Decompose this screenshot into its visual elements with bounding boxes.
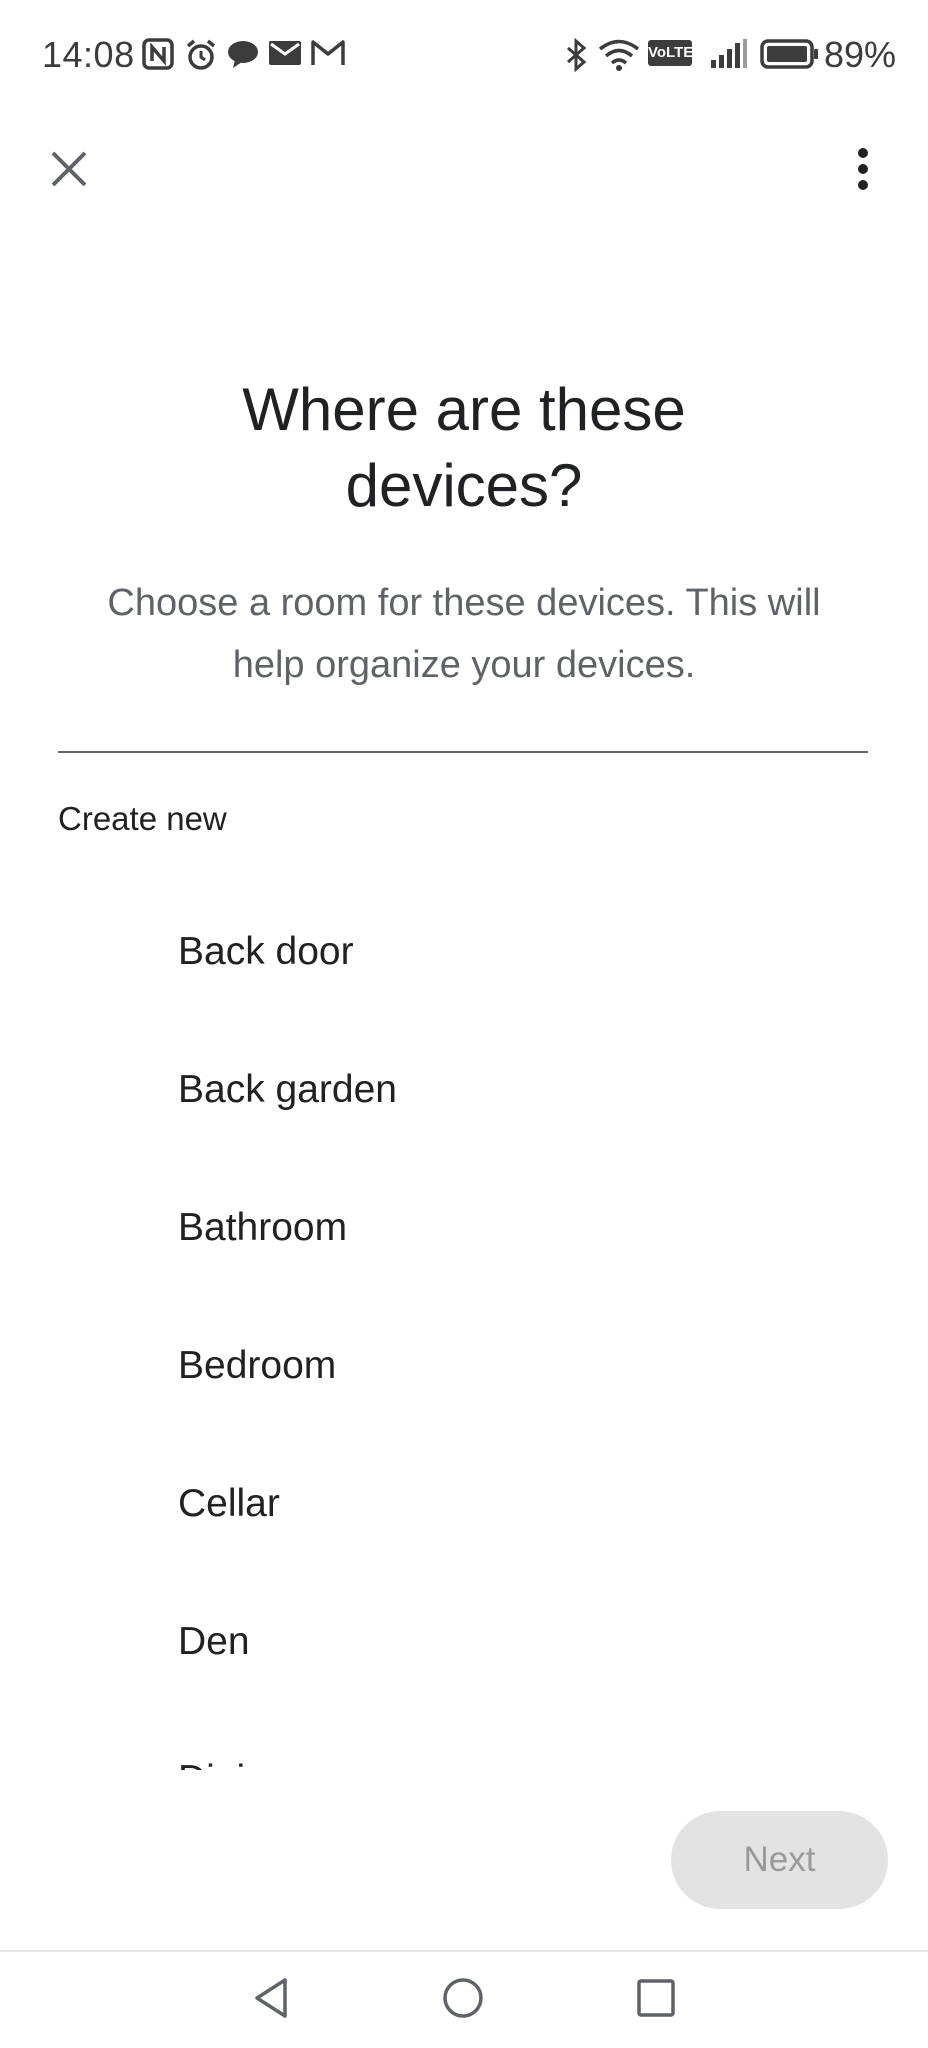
room-label: Den bbox=[178, 1620, 250, 1663]
nav-bar-divider bbox=[0, 1950, 928, 1952]
room-item-back-garden[interactable]: Back garden bbox=[0, 1018, 928, 1156]
page-subtitle-line-1: Choose a room for these devices. This wi… bbox=[107, 582, 821, 624]
recents-icon bbox=[637, 1979, 675, 2017]
room-item-bedroom[interactable]: Bedroom bbox=[0, 1294, 928, 1432]
room-label: Cellar bbox=[178, 1482, 280, 1525]
battery-percent: 89% bbox=[824, 34, 897, 75]
page-title: Where are these devices? bbox=[114, 372, 814, 524]
page-title-line-2: devices? bbox=[345, 452, 583, 519]
room-label: Back door bbox=[178, 930, 354, 973]
page-subtitle-line-2: help organize your devices. bbox=[232, 644, 696, 686]
status-time: 14:08 bbox=[42, 34, 135, 75]
email-icon bbox=[269, 41, 301, 65]
room-label: Back garden bbox=[178, 1068, 397, 1111]
room-item-dining-room[interactable]: Dining room bbox=[0, 1708, 928, 1770]
chat-icon bbox=[228, 41, 258, 68]
more-options-button[interactable] bbox=[830, 136, 896, 202]
nav-recents-button[interactable] bbox=[621, 1968, 691, 2028]
wifi-icon bbox=[598, 39, 640, 71]
signal-icon bbox=[711, 39, 747, 68]
back-icon bbox=[255, 1978, 287, 2018]
room-label: Bathroom bbox=[178, 1206, 348, 1249]
create-new-room[interactable]: Create new bbox=[58, 800, 227, 838]
nfc-icon bbox=[142, 38, 174, 70]
nav-back-button[interactable] bbox=[236, 1968, 306, 2028]
room-label: Bedroom bbox=[178, 1344, 337, 1387]
header-divider bbox=[58, 751, 868, 753]
room-item-bathroom[interactable]: Bathroom bbox=[0, 1156, 928, 1294]
close-button[interactable] bbox=[36, 136, 102, 202]
home-icon bbox=[443, 1978, 483, 2018]
status-bar: 14:08 VoLTE 89% bbox=[0, 0, 928, 110]
bluetooth-icon bbox=[567, 38, 587, 72]
alarm-icon bbox=[186, 39, 216, 70]
next-button[interactable]: Next bbox=[671, 1811, 888, 1909]
page-subtitle: Choose a room for these devices. This wi… bbox=[74, 572, 854, 696]
room-item-cellar[interactable]: Cellar bbox=[0, 1432, 928, 1570]
nav-home-button[interactable] bbox=[428, 1968, 498, 2028]
page-title-line-1: Where are these bbox=[242, 376, 686, 443]
room-list[interactable]: Back door Back garden Bathroom Bedroom C… bbox=[0, 880, 928, 1770]
gmail-icon bbox=[311, 40, 345, 65]
room-item-back-door[interactable]: Back door bbox=[0, 880, 928, 1018]
battery-icon bbox=[760, 39, 818, 69]
more-vert-icon bbox=[858, 148, 868, 190]
volte-icon: VoLTE bbox=[648, 40, 693, 66]
room-label: Dining room bbox=[178, 1758, 388, 1770]
room-item-den[interactable]: Den bbox=[0, 1570, 928, 1708]
close-icon bbox=[51, 151, 87, 187]
